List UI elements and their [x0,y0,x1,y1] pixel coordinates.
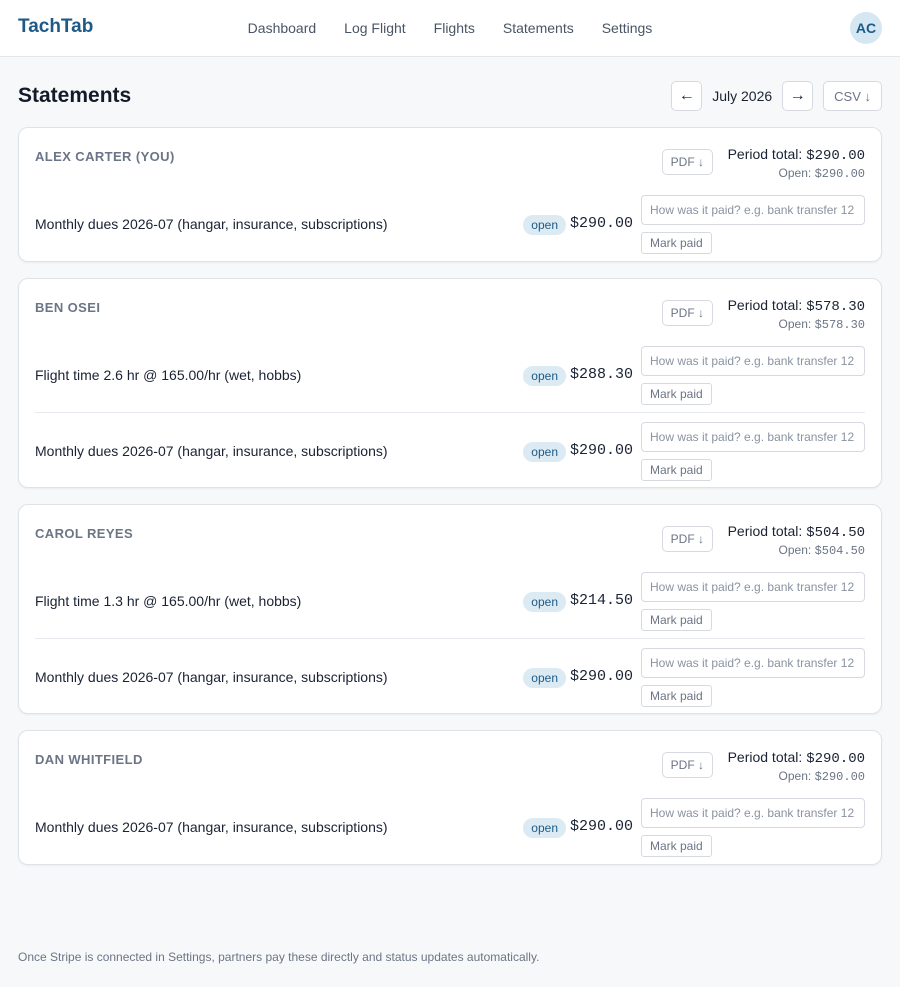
member-name: ALEX CARTER (YOU) [35,149,175,164]
line-item-amount: $288.30 [569,366,633,383]
statement-card-header: BEN OSEI PDF ↓ Period total: $578.30 Open: … [35,279,865,337]
statement-card: CAROL REYES PDF ↓ Period total: $504.50 Ope… [18,504,882,714]
period-total-label: Period total: [727,749,807,765]
payment-method-input[interactable] [641,798,865,828]
line-item-description: Monthly dues 2026-07 (hangar, insurance,… [35,443,388,459]
top-nav-bar: TachTab Dashboard Log Flight Flights Sta… [0,0,900,57]
mark-paid-button[interactable]: Mark paid [641,232,712,254]
status-badge: open [523,366,566,386]
open-total-value: $504.50 [814,544,865,558]
line-item-amount: $290.00 [569,668,633,685]
line-item-amount: $214.50 [569,592,633,609]
line-item-description: Flight time 1.3 hr @ 165.00/hr (wet, hob… [35,593,302,609]
pdf-download-button[interactable]: PDF ↓ [661,149,713,175]
line-item-amount: $290.00 [569,442,633,459]
arrow-left-icon: ← [678,87,695,104]
period-controls: ← July 2026 → CSV ↓ [671,81,882,111]
period-total: Period total: $290.00 [728,146,865,164]
nav-settings[interactable]: Settings [602,20,653,36]
open-total-value: $578.30 [814,318,865,332]
statement-card-header: ALEX CARTER (YOU) PDF ↓ Period total: $290… [35,128,865,186]
open-total: Open: $578.30 [728,317,865,332]
status-badge: open [523,818,566,838]
statement-card: BEN OSEI PDF ↓ Period total: $578.30 Open: … [18,278,882,488]
line-item-amount: $290.00 [569,818,633,835]
open-total-label: Open: [778,543,815,557]
mark-paid-button[interactable]: Mark paid [641,459,712,481]
nav-statements[interactable]: Statements [503,20,574,36]
period-total-label: Period total: [727,523,807,539]
status-badge: open [523,668,566,688]
statement-totals: Period total: $504.50 Open: $504.50 [728,523,865,558]
pdf-download-button[interactable]: PDF ↓ [661,526,713,552]
statement-totals: Period total: $290.00 Open: $290.00 [728,146,865,181]
statement-card: ALEX CARTER (YOU) PDF ↓ Period total: $290… [18,127,882,262]
next-period-button[interactable]: → [782,81,814,111]
statement-totals: Period total: $290.00 Open: $290.00 [728,749,865,784]
open-total: Open: $290.00 [728,166,865,181]
mark-paid-button[interactable]: Mark paid [641,835,712,857]
statement-card: DAN WHITFIELD PDF ↓ Period total: $290.00 O… [18,730,882,865]
open-total-value: $290.00 [814,167,865,181]
statement-card-header: DAN WHITFIELD PDF ↓ Period total: $290.00 O… [35,731,865,789]
statement-list: ALEX CARTER (YOU) PDF ↓ Period total: $290… [0,127,900,865]
line-item: Flight time 1.3 hr @ 165.00/hr (wet, hob… [35,563,865,638]
pdf-download-button[interactable]: PDF ↓ [661,752,713,778]
line-item: Monthly dues 2026-07 (hangar, insurance,… [35,186,865,261]
member-name: DAN WHITFIELD [35,752,143,767]
open-total-label: Open: [778,317,815,331]
open-total-label: Open: [778,769,815,783]
mark-paid-button[interactable]: Mark paid [641,609,712,631]
period-total: Period total: $290.00 [728,749,865,767]
member-name: CAROL REYES [35,526,134,541]
arrow-right-icon: → [789,87,806,104]
period-total: Period total: $504.50 [728,523,865,541]
payment-method-input[interactable] [641,195,865,225]
pdf-download-button[interactable]: PDF ↓ [661,300,713,326]
period-total-label: Period total: [727,297,807,313]
prev-period-button[interactable]: ← [671,81,703,111]
period-total-value: $504.50 [806,525,865,541]
payment-method-input[interactable] [641,648,865,678]
period-total: Period total: $578.30 [728,297,865,315]
period-label: July 2026 [712,88,773,104]
member-name: BEN OSEI [35,300,101,315]
payment-method-input[interactable] [641,572,865,602]
period-total-value: $290.00 [806,751,865,767]
line-item-amount: $290.00 [569,215,633,232]
page-title: Statements [18,84,132,107]
payment-method-input[interactable] [641,346,865,376]
csv-export-button[interactable]: CSV ↓ [823,81,882,111]
nav-log-flight[interactable]: Log Flight [344,20,405,36]
line-item: Monthly dues 2026-07 (hangar, insurance,… [35,789,865,864]
line-item: Monthly dues 2026-07 (hangar, insurance,… [35,412,865,487]
footnote: Once Stripe is connected in Settings, pa… [18,950,540,964]
payment-method-input[interactable] [641,422,865,452]
line-item-description: Flight time 2.6 hr @ 165.00/hr (wet, hob… [35,367,302,383]
status-badge: open [523,215,566,235]
line-item: Monthly dues 2026-07 (hangar, insurance,… [35,638,865,713]
open-total-value: $290.00 [814,770,865,784]
line-item-description: Monthly dues 2026-07 (hangar, insurance,… [35,669,388,685]
main-nav: Dashboard Log Flight Flights Statements … [0,0,900,56]
period-total-value: $290.00 [806,148,865,164]
statement-card-header: CAROL REYES PDF ↓ Period total: $504.50 Ope… [35,505,865,563]
nav-flights[interactable]: Flights [434,20,475,36]
status-badge: open [523,592,566,612]
mark-paid-button[interactable]: Mark paid [641,685,712,707]
open-total-label: Open: [778,166,815,180]
period-total-value: $578.30 [806,299,865,315]
status-badge: open [523,442,566,462]
nav-dashboard[interactable]: Dashboard [248,20,317,36]
line-item-description: Monthly dues 2026-07 (hangar, insurance,… [35,819,388,835]
mark-paid-button[interactable]: Mark paid [641,383,712,405]
line-item-description: Monthly dues 2026-07 (hangar, insurance,… [35,216,388,232]
line-item: Flight time 2.6 hr @ 165.00/hr (wet, hob… [35,337,865,412]
user-avatar[interactable]: AC [850,12,882,44]
open-total: Open: $504.50 [728,543,865,558]
page-header: Statements ← July 2026 → CSV ↓ [0,57,900,127]
open-total: Open: $290.00 [728,769,865,784]
period-total-label: Period total: [727,146,807,162]
statement-totals: Period total: $578.30 Open: $578.30 [728,297,865,332]
